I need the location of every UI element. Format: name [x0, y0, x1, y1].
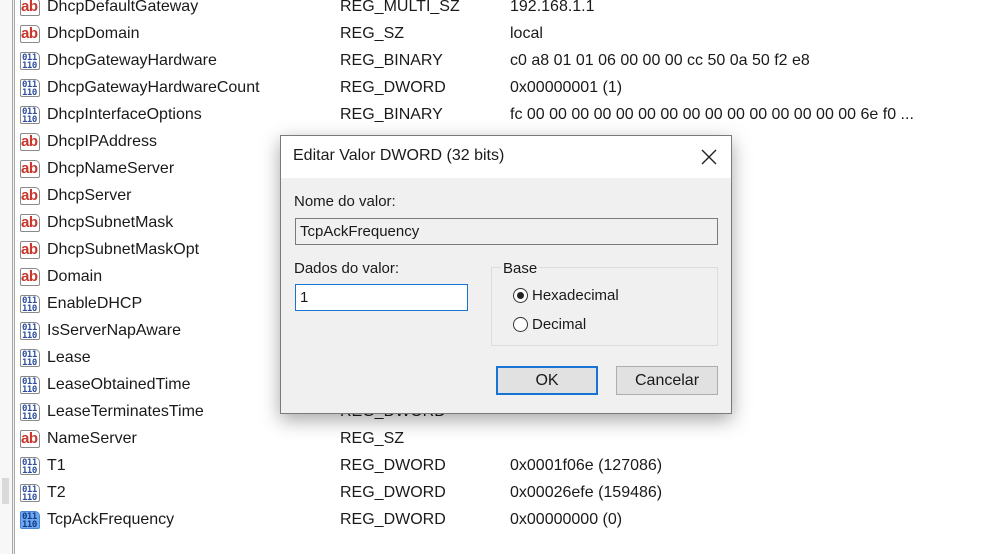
string-value-icon: ab: [20, 213, 42, 233]
value-name: NameServer: [47, 430, 137, 447]
registry-value-row[interactable]: 011 110 T1 REG_DWORD 0x0001f06e (127086): [20, 452, 984, 479]
value-name: DhcpInterfaceOptions: [47, 106, 202, 123]
radio-unselected-icon: [513, 317, 528, 332]
string-value-icon: ab: [20, 429, 42, 449]
value-name-label: Nome do valor:: [294, 193, 396, 210]
value-type: REG_DWORD: [340, 511, 446, 528]
close-icon: [701, 149, 717, 165]
decimal-label: Decimal: [532, 316, 587, 333]
value-type: REG_SZ: [340, 25, 405, 42]
value-type: REG_MULTI_SZ: [340, 0, 460, 15]
value-data: local: [510, 25, 543, 42]
value-name: T1: [47, 457, 66, 474]
value-data: 0x0001f06e (127086): [510, 457, 663, 474]
decimal-radio[interactable]: Decimal: [513, 316, 586, 333]
value-type: REG_BINARY: [340, 106, 443, 123]
string-value-icon: ab: [20, 0, 42, 17]
dialog-titlebar[interactable]: Editar Valor DWORD (32 bits): [281, 136, 731, 178]
binary-value-icon: 011 110: [20, 78, 42, 98]
value-name: IsServerNapAware: [47, 322, 181, 339]
value-type: REG_DWORD: [340, 79, 446, 96]
registry-value-row[interactable]: ab DhcpDomain REG_SZ local: [20, 20, 984, 47]
string-value-icon: ab: [20, 159, 42, 179]
value-type: REG_DWORD: [340, 457, 446, 474]
tree-pane-edge: [0, 0, 12, 554]
value-data: 0x00026efe (159486): [510, 484, 663, 501]
string-value-icon: ab: [20, 132, 42, 152]
value-data-input[interactable]: [295, 284, 468, 311]
value-type: REG_BINARY: [340, 52, 443, 69]
value-data: 0x00000000 (0): [510, 511, 623, 528]
registry-value-row[interactable]: 011 110 DhcpInterfaceOptions REG_BINARY fc 0…: [20, 101, 984, 128]
binary-value-icon: 011 110: [20, 321, 42, 341]
value-name: DhcpGatewayHardware: [47, 52, 217, 69]
registry-value-row[interactable]: ab NameServer REG_SZ: [20, 425, 984, 452]
registry-value-row[interactable]: 011 110 DhcpGatewayHardwareCount REG_DWORD 0…: [20, 74, 984, 101]
close-button[interactable]: [693, 142, 725, 172]
pane-splitter[interactable]: [12, 0, 15, 554]
value-data-label: Dados do valor:: [294, 260, 400, 277]
value-name: DhcpDefaultGateway: [47, 0, 199, 15]
registry-value-row[interactable]: 011 110 T2 REG_DWORD 0x00026efe (159486): [20, 479, 984, 506]
base-groupbox: [491, 267, 718, 346]
registry-value-row[interactable]: ab DhcpDefaultGateway REG_MULTI_SZ 192.168.…: [20, 0, 984, 20]
value-name: DhcpSubnetMaskOpt: [47, 241, 200, 258]
edit-dword-dialog: Editar Valor DWORD (32 bits) Nome do val…: [280, 135, 732, 414]
binary-value-icon: 011 110: [20, 375, 42, 395]
binary-value-icon: 011 110: [20, 510, 42, 530]
string-value-icon: ab: [20, 240, 42, 260]
base-label: Base: [501, 260, 540, 277]
binary-value-icon: 011 110: [20, 483, 42, 503]
registry-value-row[interactable]: 011 110 TcpAckFrequency REG_DWORD 0x00000000…: [20, 506, 984, 533]
binary-value-icon: 011 110: [20, 456, 42, 476]
ok-button[interactable]: OK: [496, 366, 598, 395]
cancel-button[interactable]: Cancelar: [616, 366, 718, 395]
binary-value-icon: 011 110: [20, 105, 42, 125]
hexadecimal-label: Hexadecimal: [532, 287, 619, 304]
string-value-icon: ab: [20, 186, 42, 206]
string-value-icon: ab: [20, 267, 42, 287]
binary-value-icon: 011 110: [20, 294, 42, 314]
value-type: REG_DWORD: [340, 484, 446, 501]
binary-value-icon: 011 110: [20, 348, 42, 368]
value-name: Domain: [47, 268, 103, 285]
dialog-title: Editar Valor DWORD (32 bits): [293, 147, 505, 164]
value-name: T2: [47, 484, 66, 501]
value-name: TcpAckFrequency: [47, 511, 175, 528]
binary-value-icon: 011 110: [20, 402, 42, 422]
value-name: EnableDHCP: [47, 295, 143, 312]
value-data: 0x00000001 (1): [510, 79, 623, 96]
value-type: REG_SZ: [340, 430, 405, 447]
value-name: LeaseTerminatesTime: [47, 403, 204, 420]
value-data: c0 a8 01 01 06 00 00 00 cc 50 0a 50 f2 e…: [510, 52, 810, 69]
value-name: LeaseObtainedTime: [47, 376, 191, 393]
registry-value-row[interactable]: 011 110 DhcpGatewayHardware REG_BINARY c0 a8…: [20, 47, 984, 74]
value-data: 192.168.1.1: [510, 0, 595, 15]
tree-scrollbar-thumb[interactable]: [2, 478, 9, 504]
value-name: Lease: [47, 349, 91, 366]
value-name: DhcpGatewayHardwareCount: [47, 79, 260, 96]
value-data: fc 00 00 00 00 00 00 00 00 00 00 00 00 0…: [510, 106, 914, 123]
value-name: DhcpIPAddress: [47, 133, 157, 150]
value-name: DhcpServer: [47, 187, 132, 204]
binary-value-icon: 011 110: [20, 51, 42, 71]
value-name: DhcpDomain: [47, 25, 140, 42]
hexadecimal-radio[interactable]: Hexadecimal: [513, 287, 619, 304]
radio-selected-icon: [513, 288, 528, 303]
value-name: DhcpSubnetMask: [47, 214, 174, 231]
value-name: DhcpNameServer: [47, 160, 175, 177]
string-value-icon: ab: [20, 24, 42, 44]
value-name-field[interactable]: [295, 218, 718, 245]
